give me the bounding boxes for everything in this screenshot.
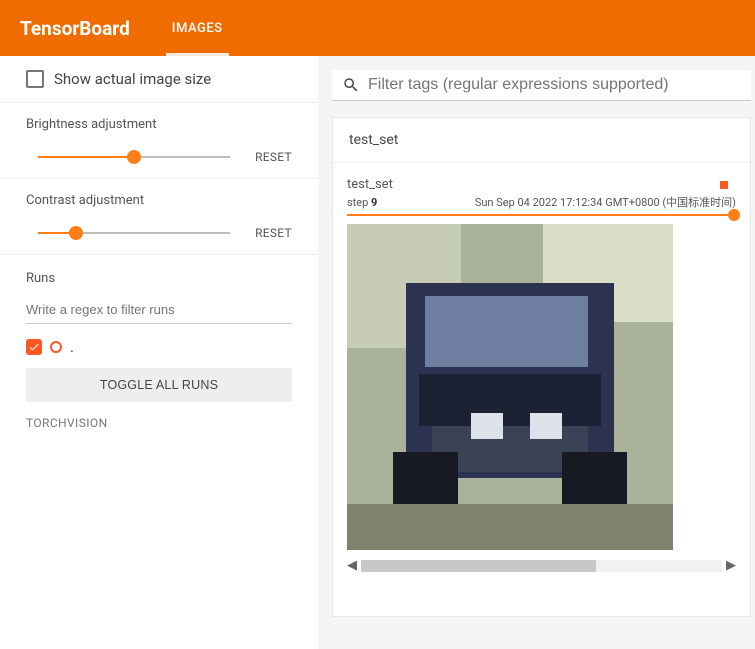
timestamp: Sun Sep 04 2022 17:12:34 GMT+0800 (中国标准时… [475,194,736,210]
show-actual-size-toggle[interactable]: Show actual image size [26,70,292,88]
contrast-reset-button[interactable]: RESET [248,226,292,240]
image-card: test_set test_set step 9 Sun Sep 04 2022… [332,117,751,617]
arrow-left-icon[interactable]: ◀ [347,558,357,573]
sidebar: Show actual image size Brightness adjust… [0,56,318,649]
pin-icon[interactable] [720,181,728,189]
contrast-slider[interactable] [38,232,230,234]
check-icon [28,341,40,353]
main-panel: test_set test_set step 9 Sun Sep 04 2022… [318,56,755,649]
run-radio[interactable] [50,341,62,353]
tag-filter[interactable] [332,70,751,101]
card-tag: test_set [347,177,736,192]
contrast-label: Contrast adjustment [26,193,292,208]
step-slider[interactable] [347,214,736,216]
app-logo: TensorBoard [20,17,130,40]
brightness-slider[interactable] [38,156,230,158]
dataset-label: TORCHVISION [26,416,292,430]
checkbox-icon[interactable] [26,70,44,88]
run-checkbox[interactable] [26,339,42,355]
toggle-all-runs-button[interactable]: TOGGLE ALL RUNS [26,368,292,402]
runs-filter-input[interactable] [26,300,292,324]
tag-filter-input[interactable] [368,76,741,94]
brightness-reset-button[interactable]: RESET [248,150,292,164]
app-header: TensorBoard IMAGES [0,0,755,56]
brightness-label: Brightness adjustment [26,117,292,132]
run-name: . [70,338,74,356]
runs-heading: Runs [26,271,292,286]
arrow-right-icon[interactable]: ▶ [726,558,736,573]
image-preview[interactable] [347,224,673,550]
search-icon [342,76,360,94]
image-scrollbar[interactable]: ◀ ▶ [347,558,736,573]
tab-label: IMAGES [172,21,223,36]
step-label: step 9 [347,196,377,209]
show-actual-label: Show actual image size [54,70,211,88]
scroll-track[interactable] [361,560,722,572]
card-title: test_set [333,118,750,163]
tab-images[interactable]: IMAGES [166,0,229,56]
